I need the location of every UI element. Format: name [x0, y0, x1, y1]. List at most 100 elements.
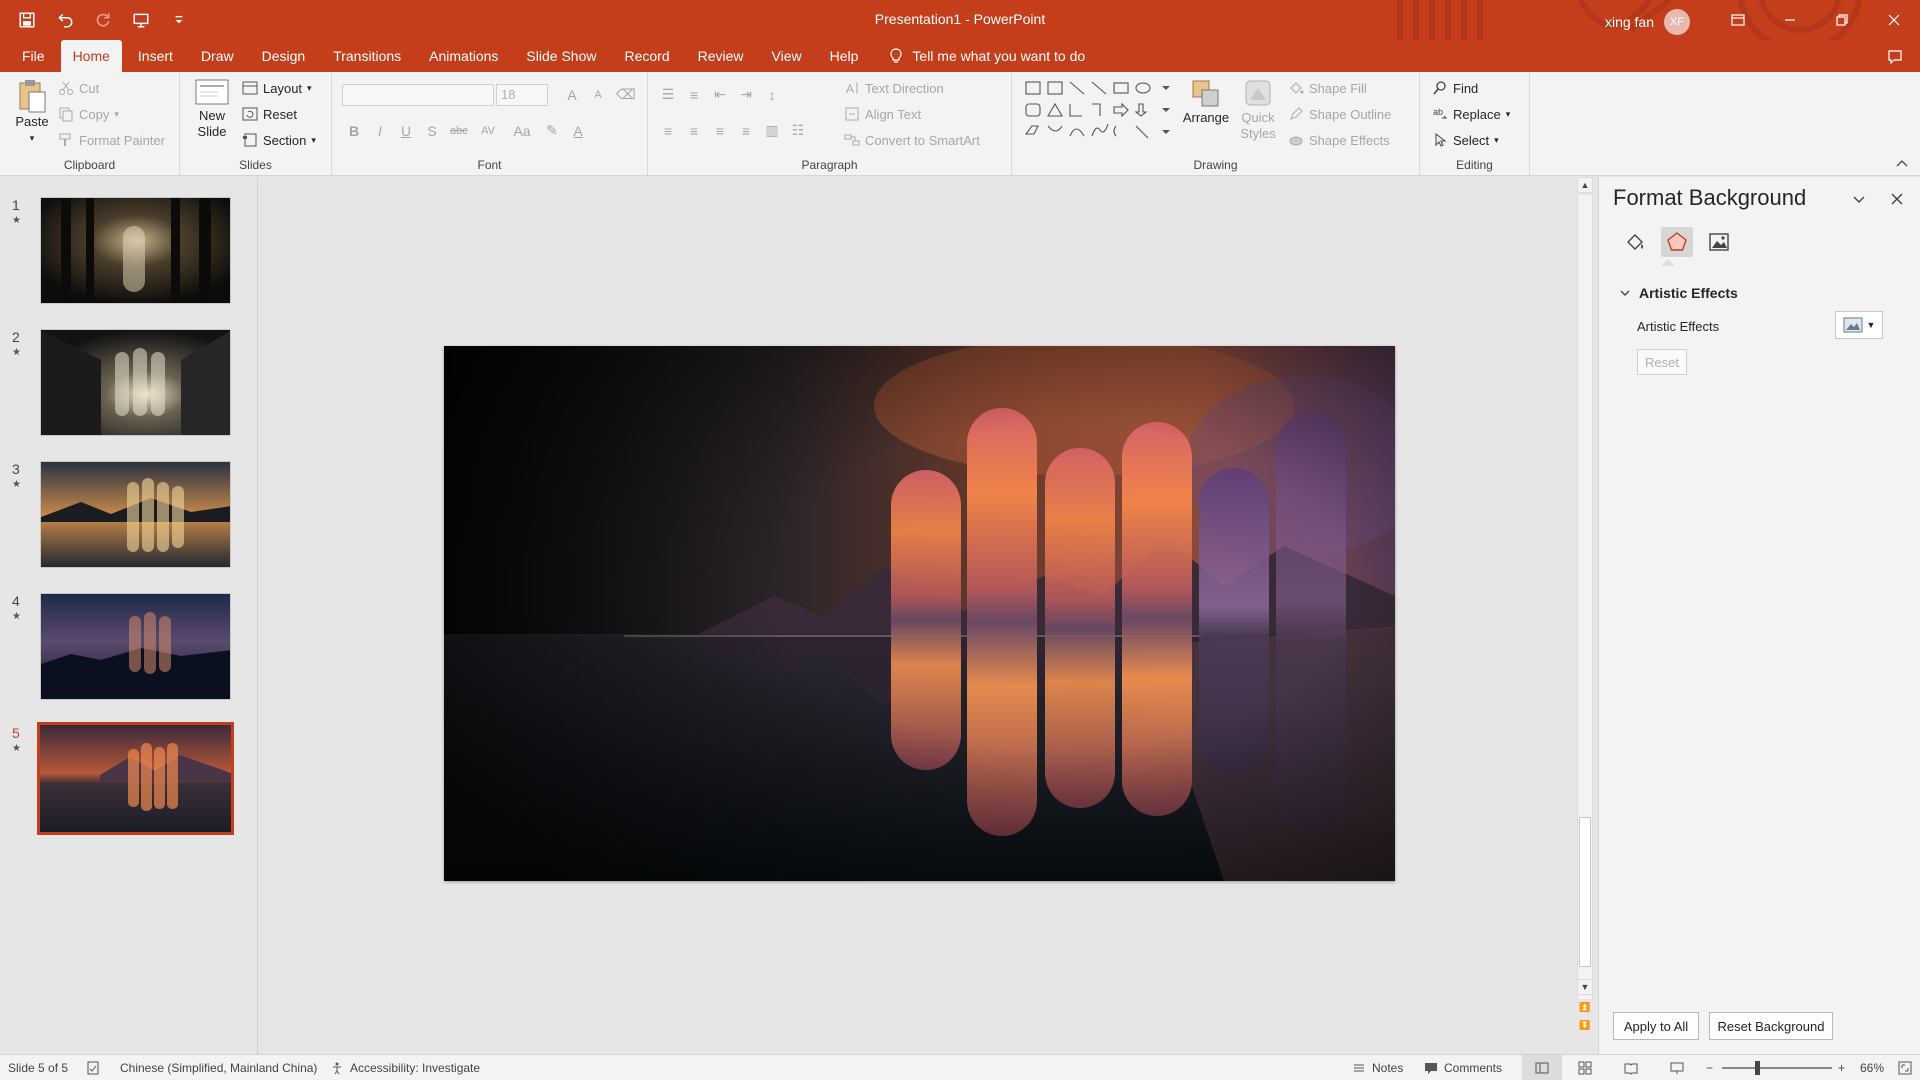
reset-slide-button[interactable]: Reset [242, 106, 297, 122]
tab-slide-show[interactable]: Slide Show [514, 40, 608, 72]
shrink-font-button[interactable]: A [590, 89, 606, 101]
quick-styles-button[interactable]: Quick Styles [1236, 78, 1280, 142]
comments-button[interactable]: Comments [1424, 1055, 1502, 1080]
fit-to-window-icon[interactable] [1898, 1055, 1912, 1080]
normal-view-icon[interactable] [1522, 1055, 1562, 1080]
slide-preview[interactable] [40, 197, 231, 304]
zoom-out-icon[interactable]: − [1706, 1055, 1713, 1080]
tab-review[interactable]: Review [686, 40, 756, 72]
paste-button[interactable]: Paste ▾ [12, 78, 52, 146]
minimize-icon[interactable] [1764, 0, 1816, 40]
find-button[interactable]: Find [1432, 80, 1478, 96]
align-left-icon[interactable]: ≡ [660, 123, 676, 139]
grow-font-button[interactable]: A [564, 87, 580, 103]
ribbon-display-options-icon[interactable] [1712, 0, 1764, 40]
bullets-icon[interactable]: ☰ [660, 86, 676, 103]
tab-animations[interactable]: Animations [417, 40, 510, 72]
picture-tab-image-icon[interactable] [1703, 227, 1735, 257]
format-painter-button[interactable]: Format Painter [58, 132, 165, 148]
increase-indent-icon[interactable]: ⇥ [738, 86, 754, 103]
align-right-icon[interactable]: ≡ [712, 123, 728, 139]
text-shadow-button[interactable]: S [424, 123, 440, 139]
language-indicator[interactable]: Chinese (Simplified, Mainland China) [120, 1055, 317, 1080]
next-slide-icon[interactable]: ⏬ [1577, 1017, 1593, 1033]
slide-preview[interactable] [40, 593, 231, 700]
convert-smartart-button[interactable]: Convert to SmartArt [844, 132, 980, 148]
shape-effects-button[interactable]: Shape Effects [1288, 132, 1390, 148]
zoom-slider-handle[interactable] [1755, 1061, 1760, 1075]
decrease-indent-icon[interactable]: ⇤ [712, 86, 728, 103]
tab-transitions[interactable]: Transitions [321, 40, 413, 72]
justify-icon[interactable]: ≡ [738, 123, 754, 139]
font-size-input[interactable]: 18 [496, 84, 548, 106]
collapse-ribbon-icon[interactable] [1894, 155, 1910, 171]
slide-thumbnail-1[interactable]: 1 ★ [0, 197, 258, 307]
reset-effect-button[interactable]: Reset [1637, 349, 1687, 375]
font-name-input[interactable] [342, 84, 494, 106]
paragraph-direction-icon[interactable]: ☷ [790, 122, 806, 139]
tab-record[interactable]: Record [612, 40, 681, 72]
pane-close-icon[interactable] [1887, 189, 1907, 209]
slide-thumbnail-4[interactable]: 4 ★ [0, 593, 258, 703]
current-slide[interactable] [444, 346, 1395, 881]
tab-design[interactable]: Design [250, 40, 318, 72]
apply-to-all-button[interactable]: Apply to All [1613, 1012, 1699, 1040]
comments-icon[interactable] [1884, 46, 1906, 68]
slide-thumbnail-3[interactable]: 3 ★ [0, 461, 258, 571]
slide-preview[interactable] [37, 722, 234, 835]
columns-icon[interactable]: ▥ [764, 122, 780, 139]
artistic-effects-dropdown[interactable]: ▼ [1835, 311, 1883, 339]
spelling-check-icon[interactable] [86, 1055, 100, 1080]
align-text-button[interactable]: Align Text [844, 106, 921, 122]
strikethrough-icon[interactable]: abc [450, 125, 468, 137]
new-slide-button[interactable]: New Slide [190, 78, 234, 140]
restore-icon[interactable] [1816, 0, 1868, 40]
scroll-down-icon[interactable]: ▼ [1577, 979, 1593, 995]
slide-sorter-icon[interactable] [1578, 1055, 1592, 1080]
shape-fill-button[interactable]: Shape Fill [1288, 80, 1367, 96]
scroll-up-icon[interactable]: ▲ [1577, 177, 1593, 193]
zoom-level[interactable]: 66% [1860, 1055, 1884, 1080]
replace-button[interactable]: ab Replace ▾ [1432, 106, 1510, 122]
text-direction-button[interactable]: A Text Direction [844, 80, 944, 97]
tab-file[interactable]: File [10, 40, 57, 72]
scroll-thumb[interactable] [1579, 817, 1591, 967]
tab-draw[interactable]: Draw [189, 40, 246, 72]
font-color-button[interactable]: A [570, 123, 586, 139]
underline-button[interactable]: U [398, 123, 414, 139]
avatar[interactable]: XF [1664, 9, 1690, 35]
accessibility-checker[interactable]: Accessibility: Investigate [330, 1055, 480, 1080]
select-button[interactable]: Select ▾ [1432, 132, 1499, 148]
arrange-button[interactable]: Arrange [1182, 78, 1230, 126]
effects-tab-pentagon-icon[interactable] [1661, 227, 1693, 257]
copy-button[interactable]: Copy ▾ [58, 106, 119, 122]
tab-view[interactable]: View [760, 40, 814, 72]
zoom-slider[interactable] [1722, 1067, 1832, 1069]
slide-preview[interactable] [40, 461, 231, 568]
layout-button[interactable]: Layout ▾ [242, 80, 312, 96]
vertical-scrollbar[interactable]: ▲ ▼ ⏫ ⏬ [1576, 177, 1594, 1054]
highlight-icon[interactable]: ✎ [544, 122, 560, 139]
italic-button[interactable]: I [372, 123, 388, 139]
artistic-effects-section-header[interactable]: Artistic Effects [1619, 285, 1738, 301]
numbering-icon[interactable]: ≡ [686, 87, 702, 103]
section-button[interactable]: Section ▾ [242, 132, 316, 148]
pane-options-chevron-down-icon[interactable] [1849, 189, 1869, 209]
bold-button[interactable]: B [346, 123, 362, 139]
slide-thumbnail-5[interactable]: 5 ★ [0, 722, 258, 835]
reading-view-icon[interactable] [1624, 1055, 1638, 1080]
close-icon[interactable] [1868, 0, 1920, 40]
character-spacing-button[interactable]: AV [476, 125, 500, 137]
line-spacing-icon[interactable]: ↕ [764, 87, 780, 103]
tab-help[interactable]: Help [818, 40, 871, 72]
tell-me-search[interactable]: Tell me what you want to do [888, 40, 1085, 72]
zoom-in-icon[interactable]: + [1838, 1055, 1845, 1080]
cut-button[interactable]: Cut [58, 80, 99, 96]
align-center-icon[interactable]: ≡ [686, 123, 702, 139]
fill-tab-paint-bucket-icon[interactable] [1619, 227, 1651, 257]
clear-formatting-icon[interactable]: ⌫ [616, 86, 636, 103]
reset-background-button[interactable]: Reset Background [1709, 1012, 1833, 1040]
change-case-button[interactable]: Aa [510, 123, 534, 139]
shapes-gallery[interactable] [1024, 80, 1174, 146]
slideshow-view-icon[interactable] [1670, 1055, 1684, 1080]
